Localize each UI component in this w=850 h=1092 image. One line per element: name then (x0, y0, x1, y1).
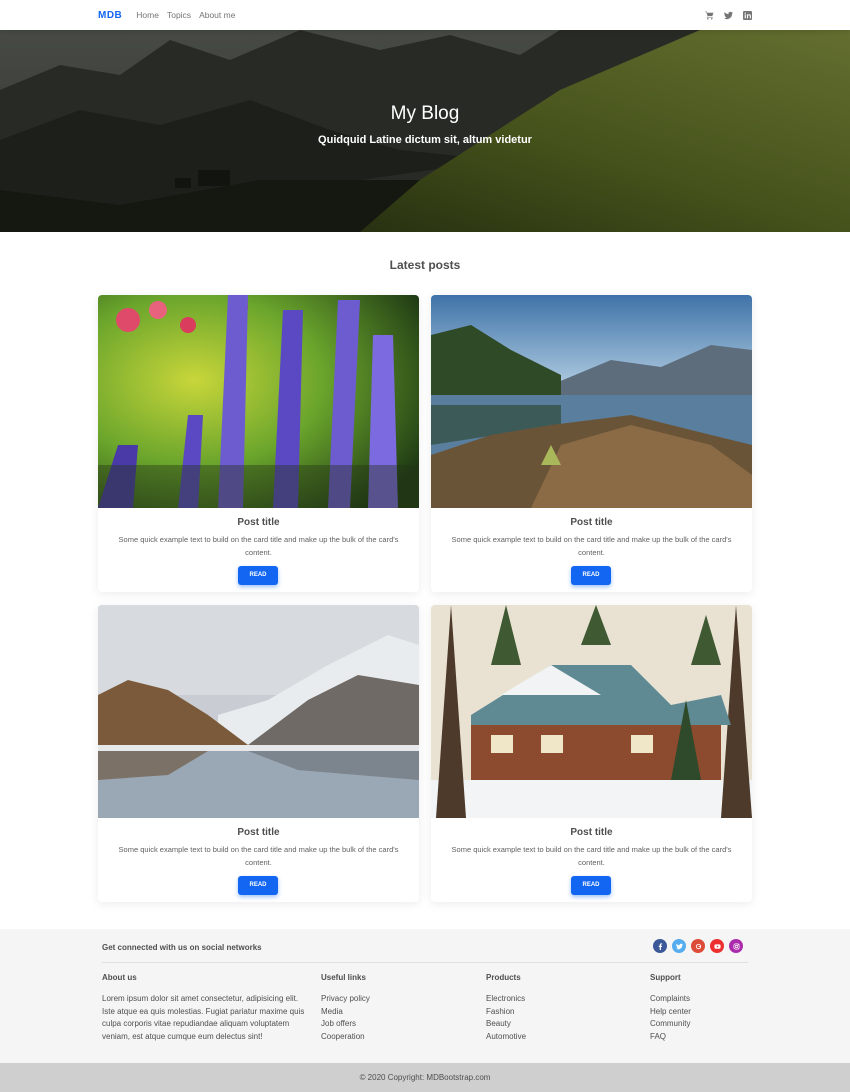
card-text: Some quick example text to build on the … (451, 535, 732, 557)
footer-link-help-center[interactable]: Help center (650, 1006, 691, 1019)
card-text: Some quick example text to build on the … (118, 845, 399, 867)
nav-link-home[interactable]: Home (136, 10, 159, 20)
footer-about-title: About us (102, 973, 137, 982)
facebook-icon[interactable] (653, 939, 667, 953)
read-button[interactable]: READ (238, 566, 278, 585)
post-card: Post title Some quick example text to bu… (431, 295, 752, 592)
footer-products-title: Products (486, 973, 521, 982)
hero-overlay (0, 30, 850, 232)
footer-link-privacy-policy[interactable]: Privacy policy (321, 993, 370, 1006)
footer-link-media[interactable]: Media (321, 1006, 370, 1019)
card-text: Some quick example text to build on the … (451, 845, 732, 867)
footer-about-text: Lorem ipsum dolor sit amet consectetur, … (102, 994, 305, 1042)
footer-support-title: Support (650, 973, 681, 982)
social-text: Get connected with us on social networks (102, 943, 262, 952)
section-title: Latest posts (389, 258, 461, 272)
read-button[interactable]: READ (571, 876, 611, 895)
footer-link-complaints[interactable]: Complaints (650, 993, 691, 1006)
youtube-icon[interactable] (710, 939, 724, 953)
google-icon[interactable] (691, 939, 705, 953)
post-card: Post title Some quick example text to bu… (98, 295, 419, 592)
footer-products: Products Electronics Fashion Beauty Auto… (486, 973, 526, 1044)
snowy-mountain-lake-image[interactable] (98, 605, 419, 818)
nav-icons (705, 10, 752, 20)
post-card: Post title Some quick example text to bu… (431, 605, 752, 902)
card-text: Some quick example text to build on the … (118, 535, 399, 557)
card-title: Post title (570, 827, 613, 838)
card-title: Post title (237, 517, 280, 528)
footer-about: About us Lorem ipsum dolor sit amet cons… (102, 973, 312, 1044)
footer-support: Support Complaints Help center Community… (650, 973, 691, 1044)
instagram-icon[interactable] (729, 939, 743, 953)
footer-link-community[interactable]: Community (650, 1018, 691, 1031)
hero-subtitle: Quidquid Latine dictum sit, altum videtu… (318, 134, 532, 146)
footer-useful-links: Useful links Privacy policy Media Job of… (321, 973, 370, 1044)
footer-link-beauty[interactable]: Beauty (486, 1018, 526, 1031)
read-button[interactable]: READ (238, 876, 278, 895)
card-title: Post title (237, 827, 280, 838)
footer-link-automotive[interactable]: Automotive (486, 1031, 526, 1044)
navbar-inner: MDB Home Topics About me (98, 0, 752, 30)
footer-link-fashion[interactable]: Fashion (486, 1006, 526, 1019)
nav-link-topics[interactable]: Topics (167, 10, 191, 20)
copyright-bar: © 2020 Copyright: MDBootstrap.com (0, 1063, 850, 1092)
footer-link-job-offers[interactable]: Job offers (321, 1018, 370, 1031)
card-title: Post title (570, 517, 613, 528)
linkedin-icon[interactable] (743, 10, 752, 20)
hero-banner: My Blog Quidquid Latine dictum sit, altu… (0, 30, 850, 232)
read-button[interactable]: READ (571, 566, 611, 585)
hero-title: My Blog (390, 103, 460, 124)
twitter-icon[interactable] (724, 11, 733, 20)
nav-link-about[interactable]: About me (199, 10, 235, 20)
copyright-link[interactable]: MDBootstrap.com (426, 1073, 490, 1082)
footer-divider (102, 962, 748, 963)
post-card: Post title Some quick example text to bu… (98, 605, 419, 902)
social-icons (653, 939, 743, 953)
footer-link-cooperation[interactable]: Cooperation (321, 1031, 370, 1044)
footer: Get connected with us on social networks… (0, 929, 850, 1063)
brand-logo[interactable]: MDB (98, 10, 122, 21)
navbar: MDB Home Topics About me (0, 0, 850, 30)
twitter-icon[interactable] (672, 939, 686, 953)
mountain-lake-image[interactable] (431, 295, 752, 508)
footer-useful-links-title: Useful links (321, 973, 366, 982)
footer-link-faq[interactable]: FAQ (650, 1031, 691, 1044)
cart-icon[interactable] (705, 11, 714, 20)
log-cabin-snow-image[interactable] (431, 605, 752, 818)
footer-link-electronics[interactable]: Electronics (486, 993, 526, 1006)
lavender-flowers-image[interactable] (98, 295, 419, 508)
copyright-text: © 2020 Copyright: (359, 1073, 425, 1082)
